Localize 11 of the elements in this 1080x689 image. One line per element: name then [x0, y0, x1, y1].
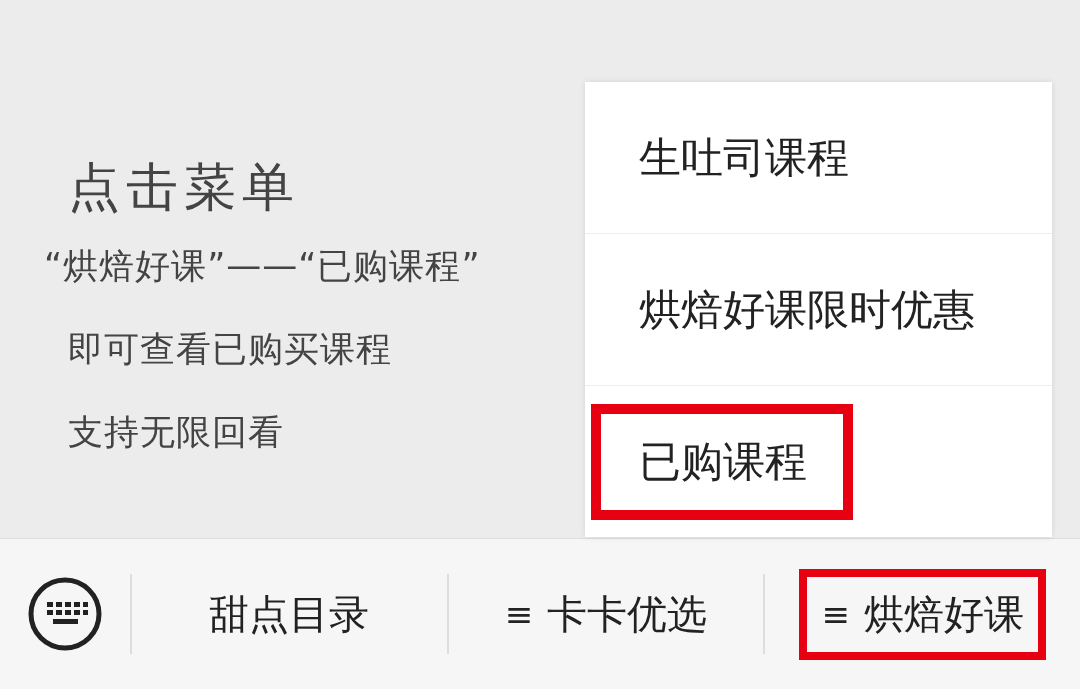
menu-tab[interactable]: 甜点目录 [187, 568, 392, 660]
keyboard-icon[interactable] [27, 576, 103, 652]
article-title: 点击菜单 [68, 156, 300, 219]
article-text: 即可查看已购买课程 [68, 329, 392, 369]
menu-item[interactable]: 生吐司课程 [591, 99, 895, 216]
menu-item[interactable]: 烘焙好课限时优惠 [591, 251, 1021, 368]
menu-tab[interactable]: ≡ 烘焙好课 [799, 568, 1046, 660]
article-text: 支持无限回看 [68, 412, 284, 452]
menu-item[interactable]: 已购课程 [591, 403, 853, 520]
article-text: “烘焙好课”——“已购课程” [44, 246, 481, 286]
menu-tab[interactable]: ≡ 卡卡优选 [482, 568, 730, 660]
